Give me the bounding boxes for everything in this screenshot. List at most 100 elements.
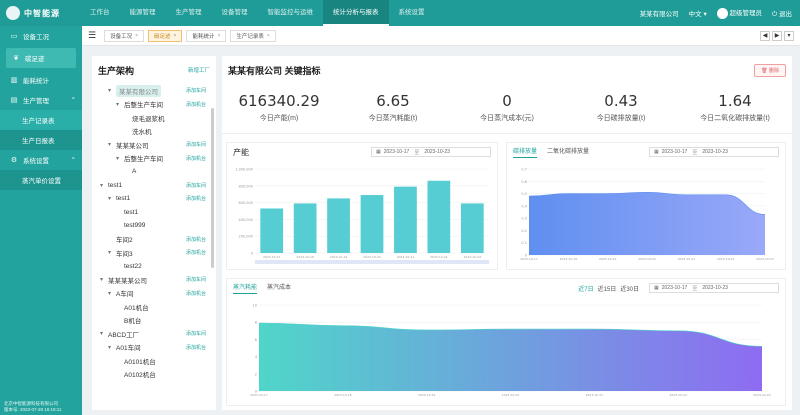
kpi-value: 0.43 <box>604 92 638 110</box>
range-option[interactable]: 近30日 <box>620 284 639 293</box>
tree-node[interactable]: ▾ 车间3 添加机台 <box>92 246 216 260</box>
sidebar-item[interactable]: ❦ 碳足迹 <box>6 48 76 68</box>
tree-node[interactable]: ▾ 后整生产车间 添加机台 <box>92 152 216 166</box>
tree-node[interactable]: A0102机台 <box>92 368 216 382</box>
chevron-down-icon[interactable]: ▾ <box>784 30 794 41</box>
close-icon[interactable]: × <box>174 33 177 39</box>
top-nav-item[interactable]: 生产管理 <box>166 0 212 26</box>
tree-add-button[interactable]: 添加车间 <box>186 87 206 94</box>
sidebar-subitem[interactable]: 生产日报表 <box>0 130 82 150</box>
top-nav-item[interactable]: 工作台 <box>80 0 120 26</box>
chevron-down-icon[interactable]: ▾ <box>108 141 116 148</box>
tree-add-button[interactable]: 添加机台 <box>186 155 206 162</box>
sidebar-item[interactable]: ▭ 设备工况 <box>0 26 82 46</box>
tab-item[interactable]: 碳足迹 × <box>148 29 183 42</box>
language-select[interactable]: 中文 ▾ <box>689 8 707 18</box>
company-name[interactable]: 某某有限公司 <box>640 8 679 18</box>
date-range-picker[interactable]: ▦ 2023-10-17 至 2023-10-23 <box>649 283 779 293</box>
tab-item[interactable]: 设备工况 × <box>104 29 145 42</box>
date-range-picker[interactable]: ▦ 2023-10-17 至 2023-10-23 <box>371 147 491 157</box>
range-option[interactable]: 近15日 <box>598 284 617 293</box>
chevron-down-icon[interactable]: ▾ <box>100 182 108 189</box>
tree-node[interactable]: ▾ test1 添加车间 <box>92 179 216 193</box>
chevron-right-icon[interactable]: ▶ <box>772 30 782 41</box>
tree-add-button[interactable]: 添加机台 <box>186 249 206 256</box>
chevron-down-icon[interactable]: ▾ <box>108 249 116 256</box>
tree-add-button[interactable]: 添加机台 <box>186 290 206 297</box>
tab-item[interactable]: 生产记录表 × <box>230 29 276 42</box>
tree-add-button[interactable]: 添加车间 <box>186 330 206 337</box>
tree-node[interactable]: ▾ 某某某某公司 添加车间 <box>92 273 216 287</box>
tree-add-button[interactable]: 添加机台 <box>186 236 206 243</box>
tree-node[interactable]: test999 <box>92 219 216 233</box>
top-nav-item[interactable]: 能源管理 <box>120 0 166 26</box>
chart-tab[interactable]: 二氧化碳排放量 <box>547 146 589 158</box>
tree-node[interactable]: A0101机台 <box>92 354 216 368</box>
top-nav-item[interactable]: 设备管理 <box>212 0 258 26</box>
top-nav-item[interactable]: 系统设置 <box>389 0 435 26</box>
chevron-down-icon[interactable]: ▾ <box>100 276 108 283</box>
tree-node-label: test1 <box>124 208 139 216</box>
tree-node[interactable]: ▾ A01车间 添加机台 <box>92 341 216 355</box>
x-tick-label: 2023-10-23 <box>756 257 774 261</box>
tree-node[interactable]: ▾ A车间 添加机台 <box>92 287 216 301</box>
top-nav-item[interactable]: 智能监控与运维 <box>258 0 324 26</box>
tree-add-button[interactable]: 添加机台 <box>186 195 206 202</box>
menu-toggle-icon[interactable]: ☰ <box>88 30 96 41</box>
tree-node[interactable]: 车间2 添加机台 <box>92 233 216 247</box>
sidebar: ▭ 设备工况 ❦ 碳足迹 ▥ 能耗统计 ▤ 生产管理 ⌃ 生产记录表 生产日报表 ⚙ 系统设置 ⌃ 蒸汽单价… <box>0 26 82 415</box>
chevron-down-icon[interactable]: ▾ <box>100 330 108 337</box>
chart-tab[interactable]: 碳排放量 <box>513 146 538 158</box>
tree-node[interactable]: B机台 <box>92 314 216 328</box>
chevron-down-icon[interactable]: ▾ <box>108 195 116 202</box>
close-icon[interactable]: × <box>267 33 270 39</box>
tab-item[interactable]: 能耗统计 × <box>186 29 227 42</box>
top-nav: 工作台 能源管理 生产管理 设备管理 智能监控与运维 统计分析与报表 系统设置 <box>80 0 435 26</box>
tree-add-button[interactable]: 添加车间 <box>186 182 206 189</box>
tree-node[interactable]: 烧毛退浆机 <box>92 111 216 125</box>
range-option[interactable]: 近7日 <box>578 284 593 293</box>
chart-tab[interactable]: 蒸汽成本 <box>267 282 291 294</box>
tree-node[interactable]: ▾ ABCD工厂 添加车间 <box>92 327 216 341</box>
tree-node[interactable]: 洗水机 <box>92 125 216 139</box>
chevron-down-icon[interactable]: ▾ <box>116 101 124 108</box>
chevron-down-icon[interactable]: ▾ <box>108 87 116 94</box>
tree-add-button[interactable]: 添加车间 <box>186 141 206 148</box>
close-icon[interactable]: × <box>217 33 220 39</box>
y-tick-label: 0.6 <box>521 180 527 184</box>
tree-node[interactable]: test1 <box>92 206 216 220</box>
date-range-picker[interactable]: ▦ 2023-10-17 至 2023-10-23 <box>649 147 779 157</box>
logout-button[interactable]: ⏻ 退出 <box>772 8 792 19</box>
chevron-left-icon[interactable]: ◀ <box>760 30 770 41</box>
sidebar-item[interactable]: ▤ 生产管理 ⌃ <box>0 90 82 110</box>
sidebar-subitem[interactable]: 生产记录表 <box>0 110 82 130</box>
tree-node[interactable]: A <box>92 165 216 179</box>
tree-node[interactable]: ▾ 某某有限公司 添加车间 <box>92 84 216 98</box>
chevron-down-icon[interactable]: ▾ <box>108 290 116 297</box>
chevron-down-icon[interactable]: ▾ <box>116 155 124 162</box>
delete-button[interactable]: 🗑 删除 <box>754 63 786 77</box>
scrollbar[interactable] <box>211 108 214 268</box>
tree-node-label: test22 <box>124 262 142 270</box>
sidebar-item[interactable]: ▥ 能耗统计 <box>0 70 82 90</box>
chart-tab[interactable]: 蒸汽耗能 <box>233 282 258 294</box>
tree-add-button[interactable]: 添加车间 <box>186 276 206 283</box>
top-nav-item[interactable]: 统计分析与报表 <box>323 0 389 26</box>
user-menu[interactable]: 超级管理员 <box>716 7 762 19</box>
tree-node[interactable]: A01机台 <box>92 300 216 314</box>
tree-node[interactable]: test22 <box>92 260 216 274</box>
tree-node-label: 某某有限公司 <box>116 84 161 97</box>
tab-label: 能耗统计 <box>192 33 215 40</box>
chevron-down-icon[interactable]: ▾ <box>108 344 116 351</box>
sidebar-subitem[interactable]: 蒸汽单价设置 <box>0 170 82 190</box>
add-factory-button[interactable]: 新增工厂 <box>188 66 210 74</box>
tree-node[interactable]: ▾ 某某某公司 添加车间 <box>92 138 216 152</box>
tree-add-button[interactable]: 添加机台 <box>186 101 206 108</box>
close-icon[interactable]: × <box>135 33 138 39</box>
tree-add-button[interactable]: 添加机台 <box>186 344 206 351</box>
tree-node[interactable]: ▾ 后整生产车间 添加机台 <box>92 98 216 112</box>
tree-node[interactable]: ▾ test1 添加机台 <box>92 192 216 206</box>
sidebar-item[interactable]: ⚙ 系统设置 ⌃ <box>0 150 82 170</box>
calendar-icon: ▦ <box>376 149 381 155</box>
bar-chart-icon: ▥ <box>10 77 18 84</box>
